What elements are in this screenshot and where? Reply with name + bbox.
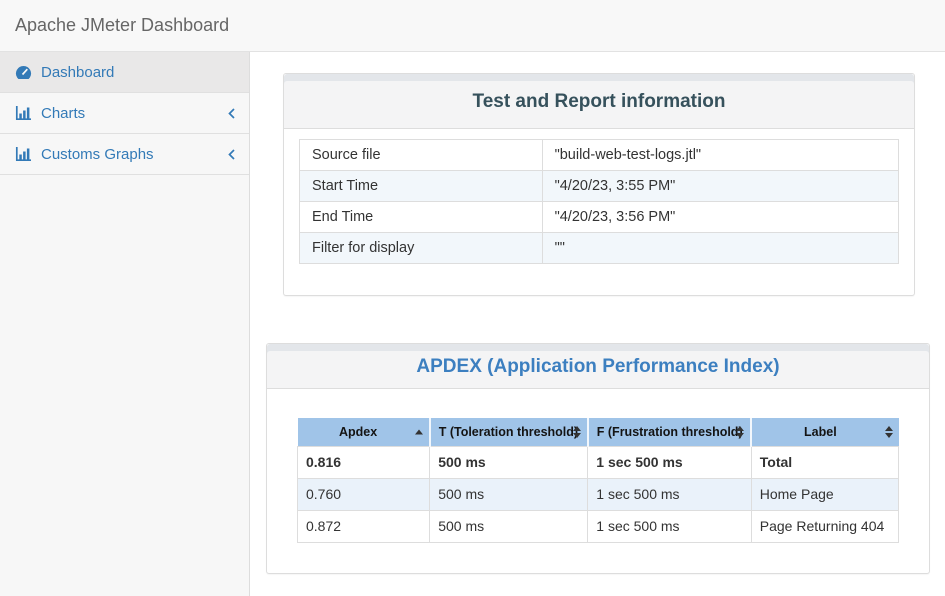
bar-chart-icon	[14, 106, 33, 121]
panel-heading: APDEX (Application Performance Index)	[267, 344, 929, 389]
table-row: Filter for display ""	[300, 233, 899, 264]
info-row-label: End Time	[300, 202, 543, 233]
app-title[interactable]: Apache JMeter Dashboard	[15, 15, 229, 36]
frustration-value: 1 sec 500 ms	[588, 478, 751, 510]
apdex-panel: APDEX (Application Performance Index) Ap…	[266, 343, 930, 574]
panel-body: Source file "build-web-test-logs.jtl" St…	[284, 129, 914, 295]
sort-both-icon	[573, 426, 581, 438]
toleration-value: 500 ms	[430, 510, 588, 542]
apdex-table: Apdex T (Toleration threshold) F (Frustr…	[297, 418, 899, 543]
column-header-label[interactable]: Label	[751, 418, 898, 446]
table-row: 0.760 500 ms 1 sec 500 ms Home Page	[298, 478, 899, 510]
column-header-frustration[interactable]: F (Frustration threshold)	[588, 418, 751, 446]
label-value: Total	[751, 446, 898, 478]
toleration-value: 500 ms	[430, 478, 588, 510]
info-row-label: Source file	[300, 140, 543, 171]
column-header-apdex[interactable]: Apdex	[298, 418, 430, 446]
panel-body: Apdex T (Toleration threshold) F (Frustr…	[267, 389, 929, 573]
table-row: End Time "4/20/23, 3:56 PM"	[300, 202, 899, 233]
table-row: Source file "build-web-test-logs.jtl"	[300, 140, 899, 171]
apdex-value: 0.816	[298, 446, 430, 478]
info-row-value: "build-web-test-logs.jtl"	[542, 140, 898, 171]
label-value: Page Returning 404	[751, 510, 898, 542]
bar-chart-icon	[14, 147, 33, 162]
chevron-left-icon[interactable]	[227, 107, 236, 120]
main-content: Test and Report information Source file …	[250, 52, 945, 596]
sidebar-item-label: Charts	[41, 105, 85, 122]
label-value: Home Page	[751, 478, 898, 510]
sidebar-item-dashboard[interactable]: Dashboard	[0, 52, 249, 93]
sidebar: Dashboard Charts Customs Graphs	[0, 52, 250, 596]
test-report-info-panel: Test and Report information Source file …	[283, 73, 915, 296]
sort-asc-icon	[415, 429, 423, 434]
table-row: 0.816 500 ms 1 sec 500 ms Total	[298, 446, 899, 478]
info-row-value: "4/20/23, 3:56 PM"	[542, 202, 898, 233]
info-row-value: "4/20/23, 3:55 PM"	[542, 171, 898, 202]
column-header-toleration[interactable]: T (Toleration threshold)	[430, 418, 588, 446]
info-row-label: Start Time	[300, 171, 543, 202]
frustration-value: 1 sec 500 ms	[588, 510, 751, 542]
apdex-value: 0.872	[298, 510, 430, 542]
table-header-row: Apdex T (Toleration threshold) F (Frustr…	[298, 418, 899, 446]
sort-both-icon	[885, 426, 893, 438]
toleration-value: 500 ms	[430, 446, 588, 478]
table-row: 0.872 500 ms 1 sec 500 ms Page Returning…	[298, 510, 899, 542]
info-row-value: ""	[542, 233, 898, 264]
panel-title: APDEX (Application Performance Index)	[282, 356, 914, 378]
info-row-label: Filter for display	[300, 233, 543, 264]
sidebar-item-customs-graphs[interactable]: Customs Graphs	[0, 134, 249, 175]
frustration-value: 1 sec 500 ms	[588, 446, 751, 478]
panel-heading: Test and Report information	[284, 74, 914, 129]
sidebar-item-label: Dashboard	[41, 64, 114, 81]
sidebar-item-charts[interactable]: Charts	[0, 93, 249, 134]
table-row: Start Time "4/20/23, 3:55 PM"	[300, 171, 899, 202]
tachometer-icon	[14, 65, 33, 80]
sidebar-item-label: Customs Graphs	[41, 146, 154, 163]
test-report-info-table: Source file "build-web-test-logs.jtl" St…	[299, 139, 899, 264]
chevron-left-icon[interactable]	[227, 148, 236, 161]
panel-title: Test and Report information	[299, 91, 899, 113]
sort-both-icon	[736, 426, 744, 438]
apdex-value: 0.760	[298, 478, 430, 510]
top-navbar: Apache JMeter Dashboard	[0, 0, 945, 52]
